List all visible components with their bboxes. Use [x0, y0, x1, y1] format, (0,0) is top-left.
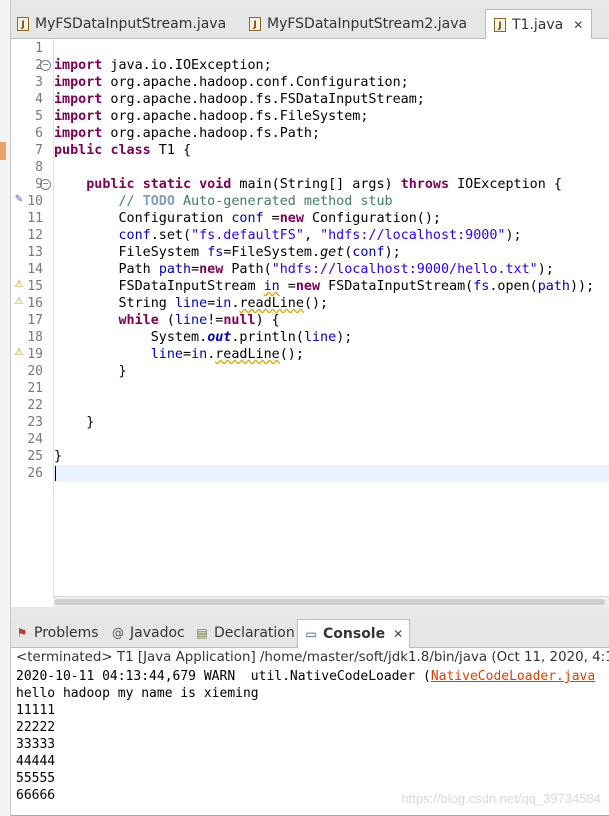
line-number-gutter: 1 2 − 3 4 5 6 7 8 9 − ✎ 10 11 12 13 14 ⚠…: [11, 39, 54, 599]
tab-console[interactable]: ▭ Console ✕: [297, 619, 411, 648]
java-file-icon: J: [494, 18, 506, 32]
line-number: 8: [35, 160, 43, 175]
text-caret: [55, 466, 56, 481]
code-line: }: [54, 449, 63, 464]
console-line: 33333: [16, 737, 56, 752]
problems-icon: ⚑: [16, 626, 28, 640]
code-line: while (line!=null) {: [118, 313, 280, 328]
tab-myfsdatainputstream2[interactable]: J MyFSDataInputStream2.java: [249, 11, 467, 37]
code-line: // TODO Auto-generated method stub: [118, 194, 393, 209]
scrollbar-thumb[interactable]: [54, 599, 605, 605]
code-line: }: [54, 415, 95, 430]
left-edge-strip: [0, 0, 11, 816]
console-line: hello hadoop my name is xieming: [16, 686, 259, 701]
line-number: 6: [35, 126, 43, 141]
tab-t1[interactable]: J T1.java ✕: [485, 9, 593, 40]
fold-toggle-icon[interactable]: −: [40, 179, 51, 190]
tab-declaration[interactable]: ▤ Declaration: [195, 619, 295, 647]
line-number: 19: [27, 347, 43, 362]
console-line: 66666: [16, 788, 56, 803]
line-number: 25: [27, 449, 43, 464]
code-line: FSDataInputStream in =new FSDataInputStr…: [54, 279, 595, 294]
console-line: 55555: [16, 771, 56, 786]
tab-label: T1.java: [512, 17, 564, 33]
line-number: 2: [35, 58, 43, 73]
line-number: 7: [35, 143, 43, 158]
code-line: public class T1 {: [54, 143, 192, 158]
line-number: 10: [27, 194, 43, 209]
close-icon[interactable]: ✕: [573, 18, 583, 32]
line-number: 26: [27, 466, 43, 481]
tab-label: Console: [323, 626, 386, 642]
horizontal-scrollbar[interactable]: [54, 596, 609, 607]
code-line: import org.apache.hadoop.fs.FSDataInputS…: [54, 92, 425, 107]
java-file-icon: J: [17, 17, 29, 31]
source-link[interactable]: NativeCodeLoader.java: [431, 669, 595, 684]
tab-label: MyFSDataInputStream2.java: [267, 16, 468, 32]
code-line: import java.io.IOException;: [54, 58, 272, 73]
console-icon: ▭: [305, 627, 317, 641]
line-number: 24: [27, 432, 43, 447]
line-number: 1: [35, 41, 43, 56]
line-number: 21: [27, 381, 43, 396]
line-number: 4: [35, 92, 43, 107]
console-line: 44444: [16, 754, 56, 769]
console-panel[interactable]: <terminated> T1 [Java Application] /home…: [11, 648, 609, 816]
line-number: 13: [27, 245, 43, 260]
javadoc-icon: @: [112, 626, 124, 640]
code-line: import org.apache.hadoop.conf.Configurat…: [54, 75, 409, 90]
code-line: String line=in.readLine();: [54, 296, 329, 311]
watermark: https://blog.csdn.net/qq_39734584: [401, 791, 602, 806]
line-number: 3: [35, 75, 43, 90]
code-line: import org.apache.hadoop.fs.FileSystem;: [54, 109, 369, 124]
console-line: 11111: [16, 703, 56, 718]
code-line: }: [54, 364, 127, 379]
line-number: 11: [27, 211, 43, 226]
code-line: line=in.readLine();: [150, 347, 304, 362]
warn-text: 2020-10-11 04:13:44,679 WARN util.Native…: [16, 669, 431, 684]
line-number: 17: [27, 313, 43, 328]
fold-toggle-icon[interactable]: −: [40, 60, 51, 71]
code-line: conf.set("fs.defaultFS", "hdfs://localho…: [118, 228, 522, 243]
code-line: FileSystem fs=FileSystem.get(conf);: [54, 245, 401, 260]
console-line: 22222: [16, 720, 56, 735]
line-number: 5: [35, 109, 43, 124]
line-number: 12: [27, 228, 43, 243]
tab-myfsdatainputstream[interactable]: J MyFSDataInputStream.java: [17, 11, 226, 37]
code-line: public static void main(String[] args) t…: [86, 177, 562, 192]
code-line: System.out.println(line);: [54, 330, 353, 345]
tab-label: Declaration: [214, 625, 295, 641]
editor-tab-bar: J MyFSDataInputStream.java J MyFSDataInp…: [11, 8, 609, 40]
console-line: 2020-10-11 04:13:44,679 WARN util.Native…: [16, 668, 595, 685]
line-number: 14: [27, 262, 43, 277]
code-line: Path path=new Path("hdfs://localhost:900…: [54, 262, 554, 277]
code-line: import org.apache.hadoop.fs.Path;: [54, 126, 321, 141]
line-number: 20: [27, 364, 43, 379]
current-line-highlight: [54, 465, 609, 482]
tab-label: Problems: [34, 625, 99, 641]
line-number: 23: [27, 415, 43, 430]
tab-label: MyFSDataInputStream.java: [35, 16, 227, 32]
line-number: 9: [35, 177, 43, 192]
declaration-icon: ▤: [196, 626, 208, 640]
close-icon[interactable]: ✕: [393, 627, 403, 641]
tab-javadoc[interactable]: @ Javadoc: [111, 619, 185, 647]
line-number: 15: [27, 279, 43, 294]
tab-label: Javadoc: [130, 625, 185, 641]
line-number: 22: [27, 398, 43, 413]
line-number: 16: [27, 296, 43, 311]
code-line: Configuration conf =new Configuration();: [54, 211, 441, 226]
console-description: <terminated> T1 [Java Application] /home…: [16, 650, 609, 665]
change-marker: [0, 142, 6, 160]
java-file-icon: J: [249, 17, 261, 31]
tab-problems[interactable]: ⚑ Problems: [15, 619, 99, 647]
code-editor[interactable]: 1 2 − 3 4 5 6 7 8 9 − ✎ 10 11 12 13 14 ⚠…: [11, 39, 609, 607]
line-number: 18: [27, 330, 43, 345]
view-tab-bar: ⚑ Problems @ Javadoc ▤ Declaration ▭ Con…: [11, 619, 609, 648]
code-area[interactable]: import java.io.IOException; import org.a…: [54, 39, 609, 599]
